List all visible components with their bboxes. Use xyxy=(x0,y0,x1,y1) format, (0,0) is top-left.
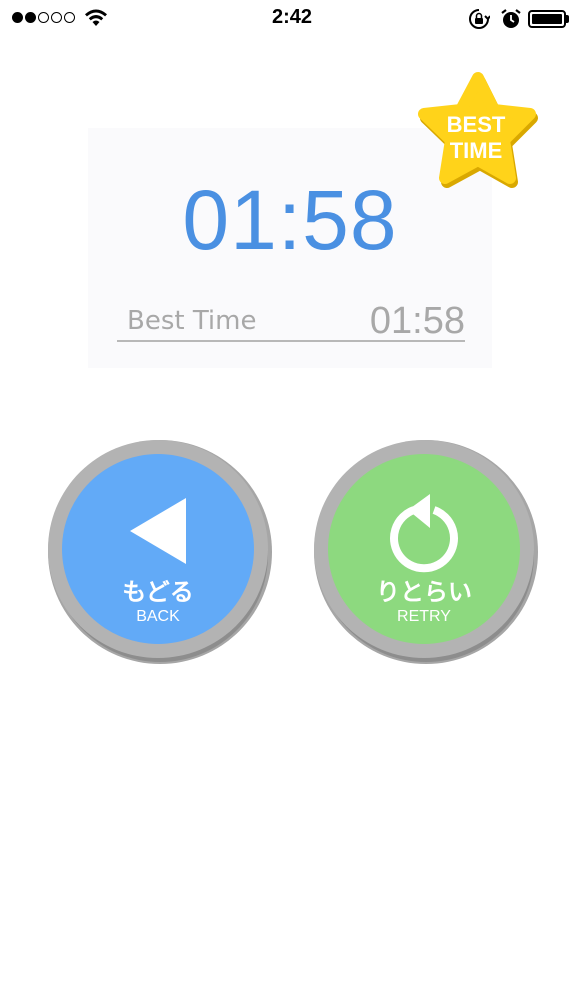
back-label-en: BACK xyxy=(136,608,180,625)
rotation-lock-icon xyxy=(469,9,490,29)
back-triangle-icon xyxy=(130,498,186,564)
result-screen: 2:42 01:58 Best Time 01:58 BEST TIME もどる… xyxy=(0,0,584,1000)
retry-arrow-icon xyxy=(390,494,458,573)
best-time-row: Best Time 01:58 xyxy=(117,300,465,342)
battery-icon xyxy=(528,10,570,28)
back-button[interactable]: もどる BACK xyxy=(48,440,272,664)
best-time-badge: BEST TIME xyxy=(410,68,542,192)
status-bar: 2:42 xyxy=(0,0,584,38)
back-label-jp: もどる xyxy=(122,578,194,606)
status-time: 2:42 xyxy=(271,6,313,28)
retry-label-jp: りとらい xyxy=(376,578,472,606)
badge-line-time: TIME xyxy=(449,138,503,163)
alarm-icon xyxy=(501,9,521,28)
retry-button[interactable]: りとらい RETRY xyxy=(314,440,538,664)
retry-label-en: RETRY xyxy=(397,608,451,625)
best-time-value: 01:58 xyxy=(369,300,465,342)
badge-line-best: BEST xyxy=(446,112,506,137)
best-time-label: Best Time xyxy=(127,306,257,336)
